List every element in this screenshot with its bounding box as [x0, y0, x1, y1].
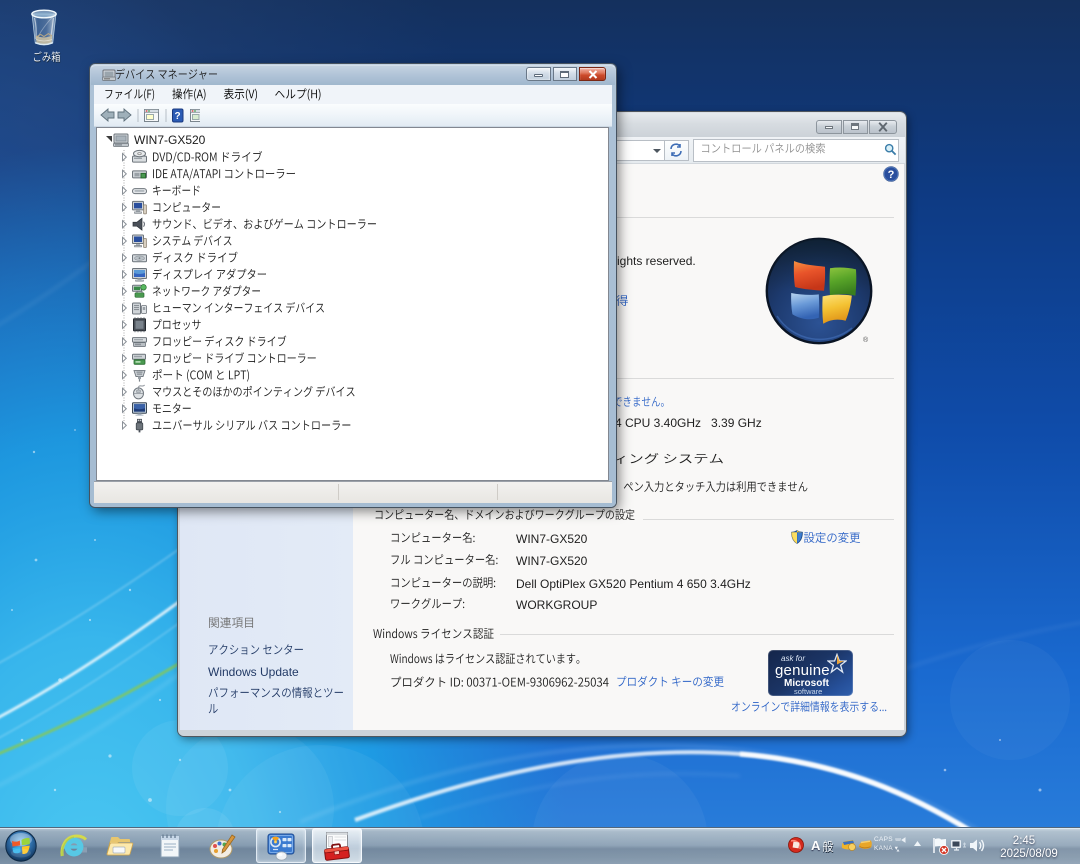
- svg-text:®: ®: [863, 336, 869, 344]
- svg-text:?: ?: [888, 169, 895, 181]
- svg-text:?: ?: [175, 111, 181, 122]
